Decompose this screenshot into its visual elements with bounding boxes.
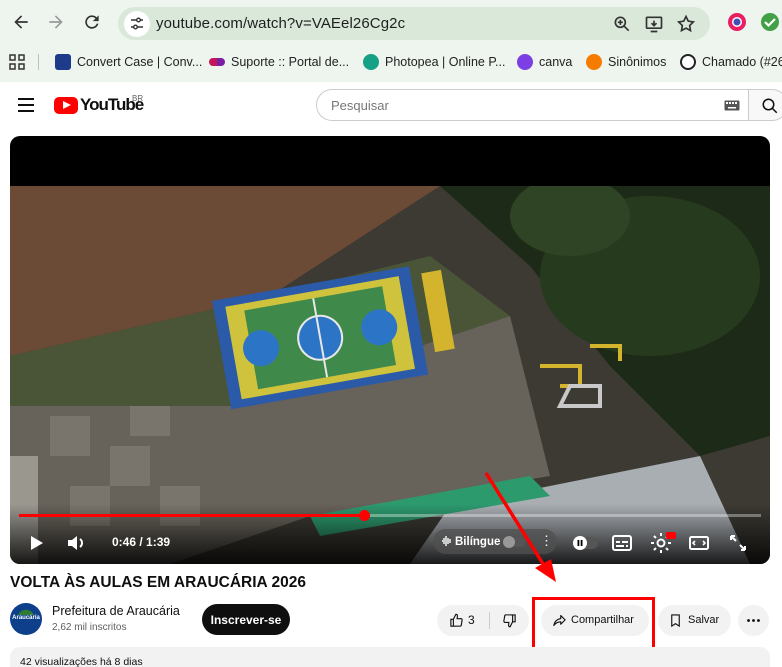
bookmark-photopea[interactable]: Photopea | Online P...	[363, 53, 505, 71]
audio-track-icon	[442, 536, 451, 546]
channel-avatar-text: Araucária	[12, 615, 40, 621]
autoplay-pause-icon	[572, 536, 598, 550]
address-bar[interactable]: youtube.com/watch?v=VAEel26Cg2c	[118, 7, 710, 40]
bookmark-sinonimos[interactable]: Sinônimos	[586, 53, 666, 71]
video-title: VOLTA ÀS AULAS EM ARAUCÁRIA 2026	[10, 574, 306, 591]
theater-mode-icon	[689, 536, 709, 550]
navigation-row: youtube.com/watch?v=VAEel26Cg2c	[0, 0, 782, 46]
share-button[interactable]: Compartilhar	[541, 605, 649, 636]
bookmark-favicon-icon	[363, 54, 379, 70]
bookmark-favicon-icon	[517, 54, 533, 70]
forward-arrow-icon	[49, 15, 63, 29]
description-box[interactable]: 42 visualizações há 8 dias	[10, 647, 770, 667]
channel-avatar[interactable]: Araucária	[10, 603, 42, 635]
subscriber-count: 2,62 mil inscritos	[52, 622, 127, 633]
subtitles-icon	[612, 535, 632, 551]
dislike-button[interactable]	[490, 605, 529, 636]
install-app-icon[interactable]	[644, 14, 664, 34]
save-button[interactable]: Salvar	[658, 605, 731, 636]
thumbs-down-icon	[503, 614, 516, 628]
theater-mode-button[interactable]	[687, 531, 711, 555]
share-icon	[553, 614, 566, 627]
bookmarks-bar: Convert Case | Conv... Suporte :: Portal…	[0, 46, 782, 78]
subtitles-button[interactable]	[610, 531, 634, 555]
youtube-logo[interactable]: YouTube	[54, 94, 144, 116]
volume-icon	[68, 536, 83, 550]
bookmarks-separator	[38, 54, 39, 70]
fullscreen-icon	[730, 535, 746, 551]
video-player[interactable]: 0:46 / 1:39 Bilíngue ⋮	[10, 136, 770, 564]
play-icon	[31, 536, 43, 550]
hd-badge-icon	[666, 532, 676, 539]
time-display: 0:46 / 1:39	[112, 535, 171, 549]
bookmark-label: Suporte :: Portal de...	[231, 55, 350, 69]
bookmark-favicon-icon	[55, 54, 71, 70]
bilingual-switch[interactable]	[503, 536, 525, 548]
bilingual-label: Bilíngue	[455, 535, 501, 548]
bookmark-favicon-icon	[209, 58, 225, 66]
share-label: Compartilhar	[571, 614, 634, 626]
play-button[interactable]	[24, 531, 48, 555]
like-dislike-group: 3	[437, 605, 529, 636]
apps-grid-icon[interactable]	[9, 54, 25, 70]
url-text: youtube.com/watch?v=VAEel26Cg2c	[156, 15, 406, 32]
bookmark-chamado[interactable]: Chamado (#26	[680, 53, 782, 71]
volume-button[interactable]	[64, 531, 88, 555]
bookmark-favicon-icon	[680, 54, 696, 70]
youtube-play-icon	[54, 96, 78, 114]
bookmark-label: Sinônimos	[608, 55, 667, 69]
zoom-icon[interactable]	[612, 14, 632, 34]
bookmark-label: Chamado (#26	[702, 55, 782, 69]
search-input[interactable]: Pesquisar	[316, 89, 748, 121]
like-count: 3	[468, 613, 475, 627]
site-info-button[interactable]	[124, 11, 150, 37]
reload-icon	[85, 15, 99, 29]
progress-played	[19, 514, 364, 517]
like-button[interactable]: 3	[437, 605, 489, 636]
subscribe-button[interactable]: Inscrever-se	[202, 604, 290, 635]
bookmark-icon	[671, 614, 680, 628]
bookmark-label: Photopea | Online P...	[385, 55, 506, 69]
search-button[interactable]	[748, 89, 782, 121]
bilingual-more-icon[interactable]: ⋮	[540, 533, 553, 549]
hamburger-menu-icon[interactable]	[16, 95, 36, 115]
bookmark-suporte[interactable]: Suporte :: Portal de...	[209, 53, 349, 71]
autoplay-toggle[interactable]	[570, 531, 600, 555]
extension-check-icon[interactable]	[760, 12, 780, 32]
bilingual-toggle[interactable]: Bilíngue ⋮	[433, 529, 557, 554]
tune-icon	[131, 17, 143, 30]
search-icon	[762, 98, 778, 114]
chrome-extension-icon[interactable]	[727, 12, 747, 32]
progress-bar[interactable]	[19, 510, 761, 521]
save-label: Salvar	[688, 614, 720, 626]
progress-scrubber[interactable]	[358, 510, 370, 521]
search-placeholder: Pesquisar	[331, 98, 389, 113]
youtube-header: YouTube BR Pesquisar	[0, 82, 782, 128]
bookmark-star-icon[interactable]	[676, 14, 696, 34]
forward-button[interactable]	[43, 9, 69, 35]
more-horizontal-icon	[747, 619, 760, 622]
back-button[interactable]	[8, 9, 34, 35]
reload-button[interactable]	[79, 9, 105, 35]
thumbs-up-icon	[450, 613, 463, 627]
back-arrow-icon	[14, 15, 28, 29]
country-code: BR	[132, 94, 144, 103]
view-count-and-date: 42 visualizações há 8 dias	[20, 656, 143, 667]
fullscreen-button[interactable]	[726, 531, 750, 555]
more-actions-button[interactable]	[738, 605, 769, 636]
bookmark-label: Convert Case | Conv...	[77, 55, 203, 69]
channel-name[interactable]: Prefeitura de Araucária	[52, 604, 180, 618]
browser-toolbar: youtube.com/watch?v=VAEel26Cg2c Convert …	[0, 0, 782, 82]
keyboard-icon[interactable]	[724, 100, 740, 111]
bookmark-label: canva	[539, 55, 573, 69]
bookmark-convert-case[interactable]: Convert Case | Conv...	[55, 53, 202, 71]
bookmark-canva[interactable]: canva	[517, 53, 572, 71]
bookmark-favicon-icon	[586, 54, 602, 70]
